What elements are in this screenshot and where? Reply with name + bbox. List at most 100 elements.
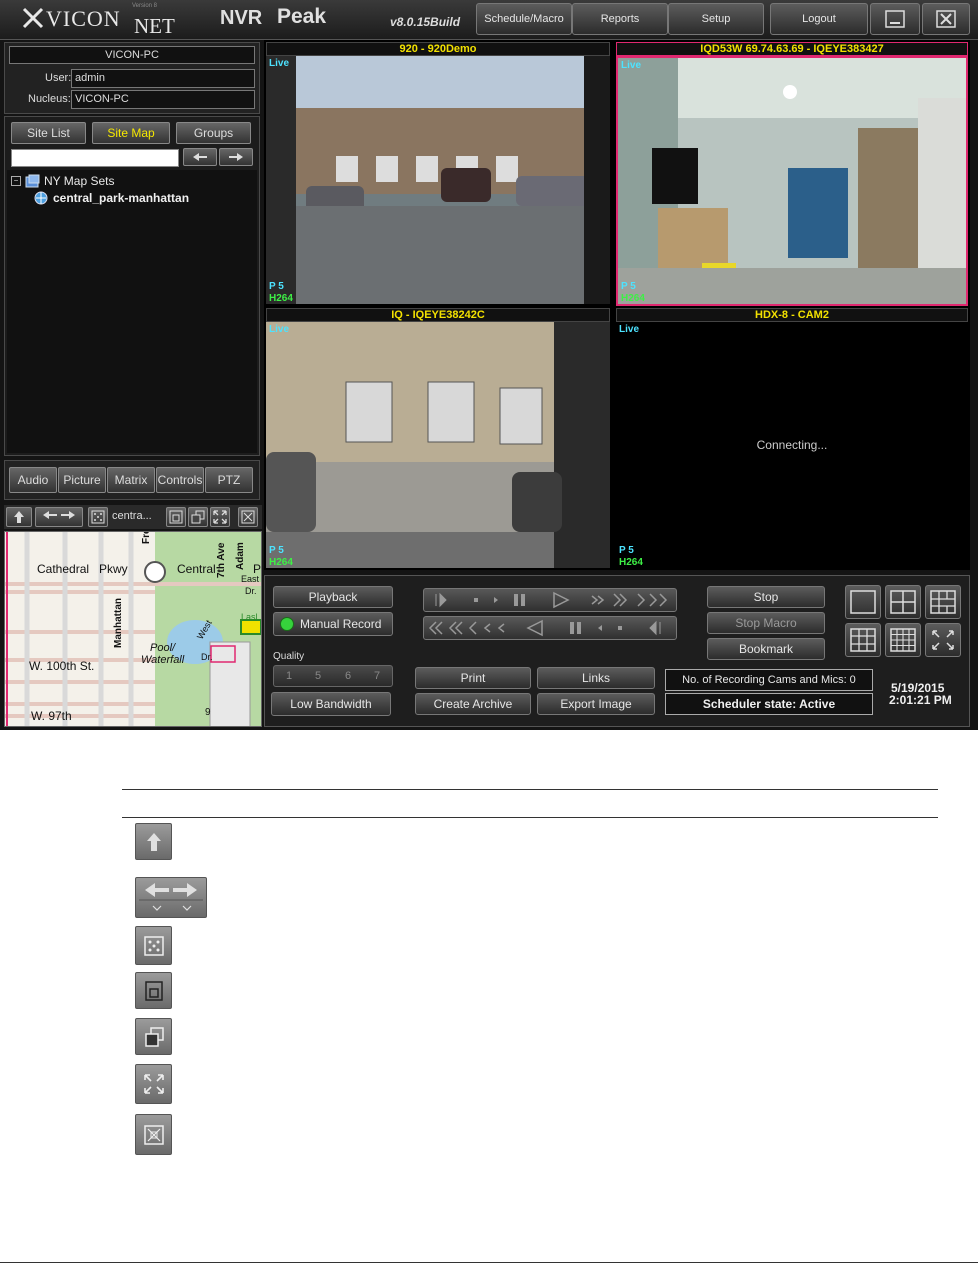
map-pan-button[interactable]: [35, 507, 83, 527]
control-tabs-bar: Audio Picture Matrix Controls PTZ: [4, 460, 260, 500]
grid-dots-icon: [143, 935, 164, 956]
arrow-left-icon: [193, 153, 207, 161]
tab-ptz[interactable]: PTZ: [205, 467, 253, 493]
map-label-9: 9: [205, 707, 211, 718]
logo: VICON NET Version 8: [22, 3, 175, 38]
low-bandwidth-button[interactable]: Low Bandwidth: [271, 692, 391, 716]
tab-groups[interactable]: Groups: [176, 122, 251, 144]
expand-arrows-icon: [143, 1074, 164, 1094]
camera-4-codec-label: H264: [619, 557, 643, 568]
logo-text: VICON: [46, 6, 121, 31]
quality-option-7[interactable]: 7: [374, 670, 380, 682]
quality-option-1[interactable]: 1: [286, 670, 292, 682]
camera-4-view[interactable]: Live Connecting... P 5 H264: [616, 322, 968, 568]
tab-site-list[interactable]: Site List: [11, 122, 86, 144]
logo-net: NET: [134, 14, 175, 38]
camera-3-view[interactable]: Live P 5 H264: [266, 322, 610, 568]
cross-grid-icon: [241, 510, 255, 524]
map-label-west-dr: Dr.: [201, 652, 213, 662]
quality-option-6[interactable]: 6: [345, 670, 351, 682]
print-button[interactable]: Print: [415, 667, 531, 689]
map-name-label: centra...: [112, 510, 152, 522]
tree-item-map[interactable]: central_park-manhattan: [33, 190, 189, 206]
cross-grid-icon: [143, 1124, 164, 1145]
map-label-adam: Adam: [235, 542, 246, 570]
map-expand-button[interactable]: [210, 507, 230, 527]
camera-3-p-label: P 5: [269, 545, 284, 556]
stop-button[interactable]: Stop: [707, 586, 825, 608]
tree-item-root[interactable]: − NY Map Sets: [11, 173, 114, 189]
camera-2-view[interactable]: Live P 5 H264: [616, 56, 968, 306]
map-label-manhattan: Manhattan: [113, 598, 124, 648]
reports-button[interactable]: Reports: [572, 3, 668, 35]
camera-1-p-label: P 5: [269, 281, 284, 292]
links-button[interactable]: Links: [537, 667, 655, 689]
version-label: v8.0.15Build: [390, 15, 461, 29]
logo-small: Version 8: [132, 3, 158, 9]
server-info-panel: VICON-PC User: admin Nucleus: VICON-PC: [4, 42, 260, 114]
map-label-cathedral: Cathedral: [37, 562, 90, 576]
layout-3x3-button[interactable]: [845, 623, 881, 657]
export-image-button[interactable]: Export Image: [537, 693, 655, 715]
playback-button[interactable]: Playback: [273, 586, 393, 608]
legend-up-arrow-icon: [135, 823, 172, 860]
tree-root-label: NY Map Sets: [44, 174, 115, 188]
legend-cross-grid-icon: [135, 1114, 172, 1155]
schedule-macro-button[interactable]: Schedule/Macro: [476, 3, 572, 35]
up-arrow-icon: [146, 832, 161, 851]
nucleus-label: Nucleus:: [28, 93, 71, 105]
time-label: 2:01:21 PM: [889, 693, 952, 707]
map-grid-button[interactable]: [88, 507, 108, 527]
camera-4-status: Connecting...: [756, 438, 828, 452]
map-toolbar: centra...: [4, 505, 262, 529]
map-label-p: P: [253, 562, 262, 576]
next-site-button[interactable]: [219, 148, 253, 166]
quality-option-5[interactable]: 5: [315, 670, 321, 682]
collapse-icon[interactable]: −: [11, 176, 21, 186]
map-globe-icon: [34, 191, 48, 205]
arrow-right-icon: [229, 153, 243, 161]
site-search-input[interactable]: [11, 149, 179, 167]
map-label-east-dr: Dr.: [245, 586, 257, 596]
overlap-window-icon: [144, 1026, 164, 1047]
tab-picture[interactable]: Picture: [58, 467, 106, 493]
layout-4x4-button[interactable]: [885, 623, 921, 657]
camera-1-live-label: Live: [269, 58, 290, 69]
layout-single-icon: [850, 590, 876, 614]
tab-controls[interactable]: Controls: [156, 467, 204, 493]
manual-record-button[interactable]: Manual Record: [273, 612, 393, 636]
map-up-button[interactable]: [6, 507, 32, 527]
minimize-button[interactable]: [870, 3, 920, 35]
map-close-button[interactable]: [238, 507, 258, 527]
map-label-waterfall: Waterfall: [141, 654, 185, 666]
close-button[interactable]: [922, 3, 970, 35]
tab-matrix[interactable]: Matrix: [107, 467, 155, 493]
map-small-window-button[interactable]: [166, 507, 186, 527]
camera-1-view[interactable]: Live P 5 H264: [266, 56, 610, 304]
reverse-controls-icon[interactable]: [424, 617, 676, 639]
recording-count-box: No. of Recording Cams and Mics: 0: [665, 669, 873, 691]
forward-controls-icon[interactable]: [424, 589, 676, 611]
camera-2-live-label: Live: [621, 60, 642, 71]
create-archive-button[interactable]: Create Archive: [415, 693, 531, 715]
map-overlap-window-button[interactable]: [188, 507, 208, 527]
product-peak: Peak: [277, 5, 327, 28]
layout-1plus5-button[interactable]: [925, 585, 961, 619]
stop-macro-button[interactable]: Stop Macro: [707, 612, 825, 634]
pan-arrows-icon: [43, 511, 75, 519]
setup-button[interactable]: Setup: [668, 3, 764, 35]
site-map-view[interactable]: Cathedral Pkwy Central Fred. 7th Ave Ada…: [4, 531, 262, 727]
camera-1-codec-label: H264: [269, 293, 293, 304]
fullscreen-button[interactable]: [925, 623, 961, 657]
legend-table-top-rule: [122, 789, 938, 790]
tab-site-map[interactable]: Site Map: [92, 122, 170, 144]
bookmark-button[interactable]: Bookmark: [707, 638, 825, 660]
logout-button[interactable]: Logout: [770, 3, 868, 35]
tab-audio[interactable]: Audio: [9, 467, 57, 493]
layout-2x2-button[interactable]: [885, 585, 921, 619]
legend-pan-arrows-icon: [135, 877, 207, 918]
prev-site-button[interactable]: [183, 148, 217, 166]
layout-1x1-button[interactable]: [845, 585, 881, 619]
scheduler-state-box: Scheduler state: Active: [665, 693, 873, 715]
camera-2-title: IQD53W 69.74.63.69 - IQEYE383427: [616, 42, 968, 56]
